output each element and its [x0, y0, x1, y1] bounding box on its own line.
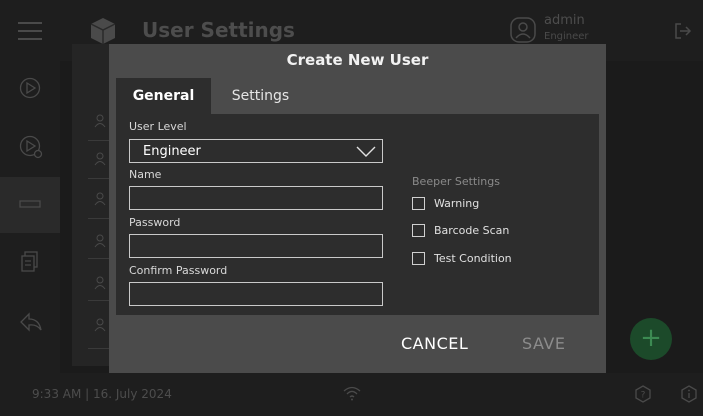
user-name: admin [544, 13, 585, 28]
password-label: Password [129, 216, 181, 229]
sidebar-item-run-settings[interactable] [0, 119, 60, 175]
password-field[interactable] [129, 234, 383, 258]
user-role: Engineer [544, 31, 589, 42]
confirm-password-field[interactable] [129, 282, 383, 306]
wifi-icon [343, 386, 361, 401]
barcode-scan-label: Barcode Scan [434, 224, 510, 237]
chevron-down-icon [356, 146, 376, 157]
user-level-select[interactable]: Engineer [129, 139, 383, 163]
add-user-button[interactable]: + [630, 318, 672, 360]
user-list-background [72, 44, 112, 366]
logo-icon [90, 18, 116, 44]
menu-icon[interactable] [18, 22, 42, 40]
sidebar-item-back[interactable] [0, 295, 60, 351]
user-row-icon [94, 114, 106, 128]
confirm-password-label: Confirm Password [129, 264, 228, 277]
user-icon[interactable] [510, 17, 536, 43]
warning-label: Warning [434, 197, 480, 210]
status-bar: 9:33 AM | 16. July 2024 ? [0, 373, 703, 416]
dialog-title: Create New User [286, 51, 429, 69]
sidebar-item-documents[interactable] [0, 235, 60, 291]
test-condition-checkbox[interactable] [412, 252, 425, 265]
user-row-icon [94, 192, 106, 206]
user-level-value: Engineer [143, 144, 201, 159]
user-row-icon [94, 234, 106, 248]
user-row-icon [94, 152, 106, 166]
documents-icon [21, 251, 38, 272]
user-row-icon [94, 276, 106, 290]
sidebar-item-run[interactable] [0, 61, 60, 117]
name-field[interactable] [129, 186, 383, 210]
svg-text:?: ? [641, 391, 646, 401]
barcode-scan-checkbox[interactable] [412, 224, 425, 237]
test-condition-label: Test Condition [434, 252, 512, 265]
back-icon [20, 312, 42, 332]
tab-general[interactable]: General [116, 78, 211, 114]
user-row-icon [94, 318, 106, 332]
logout-icon[interactable] [674, 22, 692, 40]
help-icon[interactable]: ? [634, 385, 652, 403]
tab-settings[interactable]: Settings [213, 78, 308, 114]
warning-checkbox[interactable] [412, 197, 425, 210]
create-user-dialog: Create New User General Settings User Le… [109, 44, 606, 373]
general-panel: User Level Engineer Name Password Confir… [116, 114, 599, 315]
users-icon [19, 200, 41, 208]
page-title: User Settings [142, 18, 295, 42]
datetime: 9:33 AM | 16. July 2024 [32, 387, 172, 401]
beeper-settings-title: Beeper Settings [412, 175, 500, 188]
name-label: Name [129, 168, 162, 181]
save-button[interactable]: SAVE [522, 334, 565, 353]
play-icon [19, 77, 41, 99]
play-settings-icon [19, 135, 43, 159]
user-level-label: User Level [129, 120, 187, 133]
info-icon[interactable] [680, 385, 698, 403]
sidebar [0, 61, 60, 373]
sidebar-item-users[interactable] [0, 177, 60, 233]
cancel-button[interactable]: CANCEL [401, 334, 468, 353]
